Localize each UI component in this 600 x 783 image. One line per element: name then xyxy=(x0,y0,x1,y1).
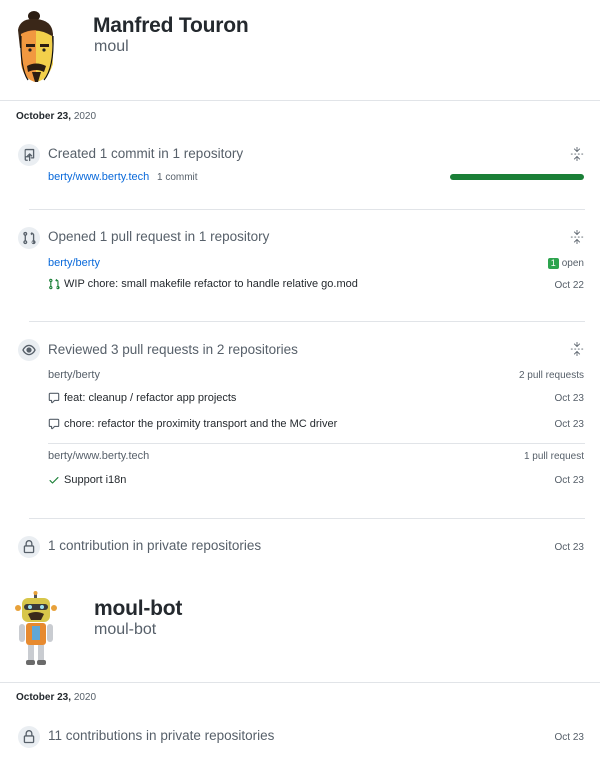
open-status[interactable]: 1 open xyxy=(547,258,584,269)
pull-item[interactable]: WIP chore: small makefile refactor to ha… xyxy=(48,278,358,290)
pull-date: Oct 22 xyxy=(554,280,584,291)
date-day: October 23, xyxy=(16,692,72,703)
divider xyxy=(0,682,600,683)
review-repo-label[interactable]: berty/berty xyxy=(48,369,100,381)
divider xyxy=(29,209,585,210)
date-year: 2020 xyxy=(73,692,97,703)
review-title: feat: cleanup / refactor app projects xyxy=(64,392,237,404)
pull-repo-link[interactable]: berty/berty xyxy=(48,257,100,269)
pull-request-icon xyxy=(18,227,40,249)
user-login: moul-bot xyxy=(94,621,157,638)
commit-progress-bar xyxy=(450,174,584,180)
comment-icon xyxy=(48,392,60,404)
commit-repo-link[interactable]: berty/www.berty.tech xyxy=(48,171,149,183)
fold-icon[interactable] xyxy=(570,342,584,356)
lock-icon xyxy=(18,536,40,558)
review-date: Oct 23 xyxy=(554,419,584,430)
commits-heading: Created 1 commit in 1 repository xyxy=(48,146,244,161)
private-contributions-heading: 1 contribution in private repositories xyxy=(48,538,262,553)
review-repo-label[interactable]: berty/www.berty.tech xyxy=(48,450,149,462)
divider xyxy=(29,518,585,519)
date-day: October 23, xyxy=(16,111,72,122)
commit-count-link[interactable]: 1 commit xyxy=(157,172,198,183)
divider xyxy=(29,321,585,322)
check-icon xyxy=(49,477,59,484)
review-date: Oct 23 xyxy=(554,393,584,404)
comment-icon xyxy=(48,418,60,430)
review-date: Oct 23 xyxy=(554,475,584,486)
private-contributions-date: Oct 23 xyxy=(554,732,584,743)
pulls-heading: Opened 1 pull request in 1 repository xyxy=(48,229,270,244)
review-item[interactable]: Support i18n xyxy=(48,474,126,486)
reviews-heading: Reviewed 3 pull requests in 2 repositori… xyxy=(48,342,298,357)
user-login: moul xyxy=(94,38,129,55)
divider xyxy=(0,100,600,101)
private-contributions-date: Oct 23 xyxy=(554,542,584,553)
activity-date: October 23, 2020 xyxy=(16,111,96,122)
pull-request-open-icon xyxy=(49,278,60,290)
review-item[interactable]: feat: cleanup / refactor app projects xyxy=(48,392,236,404)
review-title: chore: refactor the proximity transport … xyxy=(64,418,338,430)
user-name[interactable]: moul-bot xyxy=(94,597,182,621)
review-item[interactable]: chore: refactor the proximity transport … xyxy=(48,418,337,430)
review-repo-count[interactable]: 2 pull requests xyxy=(519,370,584,381)
review-group-divider xyxy=(48,443,585,444)
lock-icon xyxy=(18,726,40,748)
fold-icon[interactable] xyxy=(570,147,584,161)
private-contributions-heading: 11 contributions in private repositories xyxy=(48,728,275,743)
activity-date: October 23, 2020 xyxy=(16,692,96,703)
fold-icon[interactable] xyxy=(570,230,584,244)
avatar-moul-bot[interactable] xyxy=(8,590,64,670)
avatar-moul[interactable] xyxy=(8,8,64,88)
user-name[interactable]: Manfred Touron xyxy=(93,14,249,38)
date-year: 2020 xyxy=(73,111,97,122)
review-title: Support i18n xyxy=(64,474,127,486)
repo-push-icon xyxy=(18,144,40,166)
review-repo-count[interactable]: 1 pull request xyxy=(524,451,584,462)
pull-title: WIP chore: small makefile refactor to ha… xyxy=(64,278,358,290)
open-count-badge: 1 xyxy=(547,258,559,269)
eye-icon xyxy=(18,339,40,361)
open-label: open xyxy=(561,258,584,269)
